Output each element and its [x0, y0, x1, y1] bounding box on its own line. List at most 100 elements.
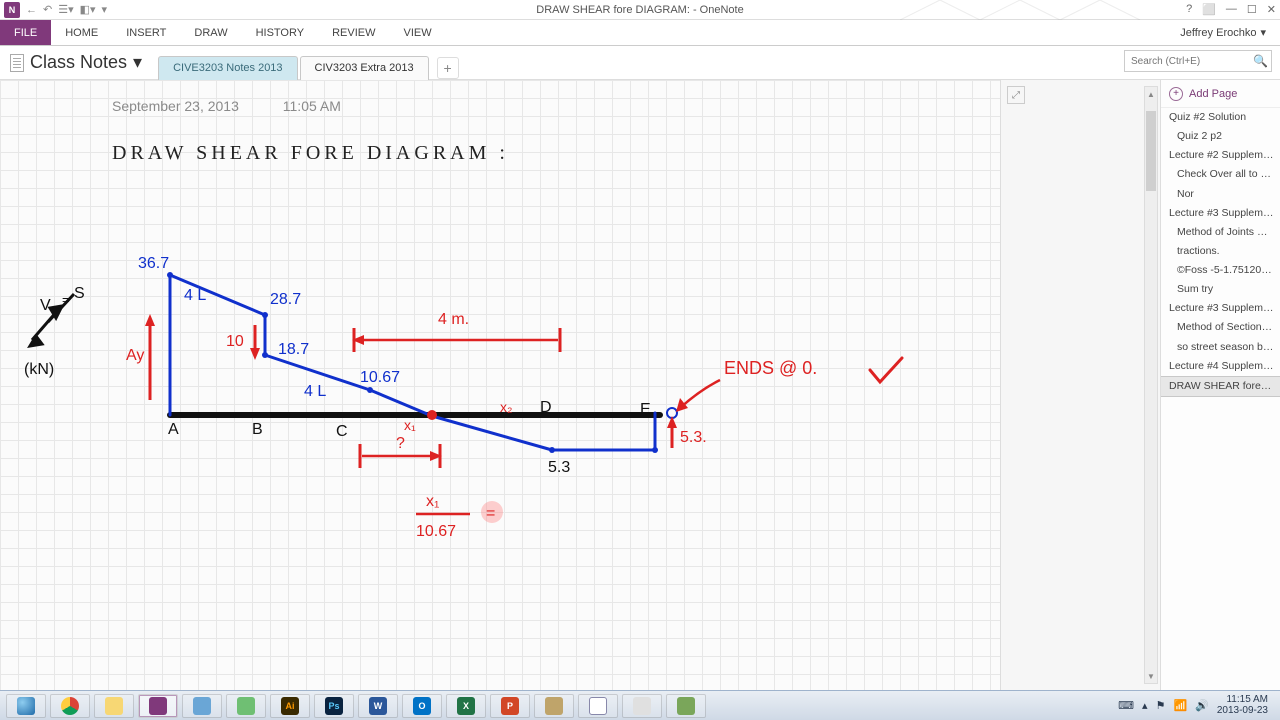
scroll-down-icon[interactable]: ▼ [1146, 669, 1156, 683]
svg-text:4 L: 4 L [184, 287, 206, 304]
taskbar[interactable]: Ai Ps W O X P ⌨ ▴ ⚑ 📶 🔊 11:15 AM2013-09-… [0, 690, 1280, 720]
dock-icon[interactable]: ◧▾ [80, 3, 96, 16]
ribbon-tab-insert[interactable]: INSERT [112, 20, 180, 45]
svg-text:S: S [74, 285, 85, 302]
page-list-panel: + Add Page Quiz #2 SolutionQuiz 2 p2Lect… [1160, 80, 1280, 690]
page-list-item[interactable]: Check Over all to v "B [1161, 165, 1280, 184]
minimize-icon[interactable]: — [1226, 3, 1237, 16]
help-icon[interactable]: ? [1186, 3, 1192, 16]
page-list-item[interactable]: Lecture #2 Supplemental [1161, 146, 1280, 165]
scroll-thumb[interactable] [1146, 111, 1156, 191]
svg-text:C: C [336, 423, 348, 440]
taskbar-onenote[interactable] [138, 694, 178, 718]
chevron-down-icon: ▾ [133, 52, 142, 73]
maximize-icon[interactable]: ☐ [1247, 3, 1257, 16]
taskbar-powerpoint[interactable]: P [490, 694, 530, 718]
taskbar-photoshop[interactable]: Ps [314, 694, 354, 718]
section-tab[interactable]: CIVE3203 Notes 2013 [158, 56, 297, 80]
section-tab-active[interactable]: CIV3203 Extra 2013 [300, 56, 429, 80]
page-list-item[interactable]: Nor [1161, 185, 1280, 204]
page-list-item[interactable]: Lecture #3 Supplemental [1161, 299, 1280, 318]
ribbon-tab-review[interactable]: REVIEW [318, 20, 389, 45]
plus-icon: + [1169, 87, 1183, 101]
svg-text:A: A [168, 421, 179, 438]
tray-volume-icon[interactable]: 🔊 [1195, 699, 1209, 712]
app-icon[interactable]: N [4, 2, 20, 18]
taskbar-app-5[interactable] [622, 694, 662, 718]
taskbar-app-6[interactable] [666, 694, 706, 718]
back-icon[interactable]: ← [26, 4, 37, 16]
qat-customize-icon[interactable]: ▾ [102, 3, 108, 16]
search-icon[interactable]: 🔍 [1253, 54, 1268, 68]
ribbon-tab-home[interactable]: HOME [51, 20, 112, 45]
quick-access-toolbar: N ← ↶ ☰▾ ◧▾ ▾ [0, 2, 107, 18]
svg-text:28.7: 28.7 [270, 291, 301, 308]
page-list-item[interactable]: Quiz 2 p2 [1161, 127, 1280, 146]
svg-text:18.7: 18.7 [278, 341, 309, 358]
taskbar-app-3[interactable] [534, 694, 574, 718]
tray-keyboard-icon[interactable]: ⌨ [1118, 699, 1134, 712]
svg-text:10: 10 [226, 333, 244, 350]
page-canvas[interactable]: September 23, 2013 11:05 AM DRAW SHEAR F… [0, 80, 1000, 690]
svg-text:4 m.: 4 m. [438, 311, 469, 328]
svg-text:(kN): (kN) [24, 361, 54, 378]
vertical-scrollbar[interactable]: ▲ ▼ [1144, 86, 1158, 684]
tray-network-icon[interactable]: 📶 [1173, 699, 1187, 712]
tray-clock[interactable]: 11:15 AM2013-09-23 [1217, 695, 1268, 716]
page-list-item[interactable]: Method of Sections Ex [1161, 318, 1280, 337]
title-bar: N ← ↶ ☰▾ ◧▾ ▾ DRAW SHEAR fore DIAGRAM: -… [0, 0, 1280, 20]
user-signin[interactable]: Jeffrey Erochko▾ [1166, 20, 1280, 45]
taskbar-chrome[interactable] [50, 694, 90, 718]
ribbon-tab-history[interactable]: HISTORY [242, 20, 319, 45]
page-list-item[interactable]: Method of Joints Exa [1161, 223, 1280, 242]
fullpage-toggle-icon[interactable]: ⤢ [1007, 86, 1025, 104]
add-page-button[interactable]: + Add Page [1161, 80, 1280, 108]
file-tab[interactable]: FILE [0, 20, 51, 45]
taskbar-app-2[interactable] [226, 694, 266, 718]
svg-text:V: V [40, 297, 51, 314]
taskbar-outlook[interactable]: O [402, 694, 442, 718]
add-page-label: Add Page [1189, 88, 1237, 100]
chevron-down-icon: ▾ [1260, 26, 1266, 39]
page-list-item[interactable]: ©Foss -5-1.751205310 [1161, 261, 1280, 280]
notebook-selector[interactable]: Class Notes ▾ [10, 52, 158, 73]
tray-action-icon[interactable]: ⚑ [1156, 699, 1166, 712]
main-area: September 23, 2013 11:05 AM DRAW SHEAR F… [0, 80, 1280, 690]
svg-text:=: = [486, 505, 495, 522]
page-list-item[interactable]: tractions. [1161, 242, 1280, 261]
fullscreen-icon[interactable]: ⬜ [1202, 3, 1216, 16]
svg-text:?: ? [396, 435, 405, 452]
add-section-button[interactable]: + [437, 57, 459, 79]
page-list-item[interactable]: Lecture #4 Supplemental [1161, 357, 1280, 376]
close-icon[interactable]: ✕ [1267, 3, 1276, 16]
search-input[interactable] [1124, 50, 1272, 72]
undo-icon[interactable]: ↶ [43, 3, 52, 16]
taskbar-word[interactable]: W [358, 694, 398, 718]
taskbar-explorer[interactable] [94, 694, 134, 718]
taskbar-app-4[interactable] [578, 694, 618, 718]
ribbon-tab-view[interactable]: VIEW [389, 20, 445, 45]
page-list-item[interactable]: so street season b-6 B [1161, 338, 1280, 357]
taskbar-app-1[interactable] [182, 694, 222, 718]
start-button[interactable] [6, 694, 46, 718]
ribbon-tab-draw[interactable]: DRAW [180, 20, 241, 45]
canvas-margin: ⤢ ▲ ▼ [1000, 80, 1160, 690]
tray-chevron-icon[interactable]: ▴ [1142, 699, 1148, 712]
svg-text:D: D [540, 399, 552, 416]
touch-mode-icon[interactable]: ☰▾ [58, 3, 73, 16]
system-tray[interactable]: ⌨ ▴ ⚑ 📶 🔊 11:15 AM2013-09-23 [1118, 695, 1274, 716]
svg-text:10.67: 10.67 [416, 523, 456, 540]
notebook-header: Class Notes ▾ CIVE3203 Notes 2013 CIV320… [0, 46, 1280, 80]
svg-text:B: B [252, 421, 263, 438]
scroll-up-icon[interactable]: ▲ [1146, 87, 1156, 101]
notebook-name: Class Notes [30, 52, 127, 73]
notebook-icon [10, 54, 24, 72]
taskbar-illustrator[interactable]: Ai [270, 694, 310, 718]
page-list-item[interactable]: Lecture #3 Supplemental [1161, 204, 1280, 223]
window-title: DRAW SHEAR fore DIAGRAM: - OneNote [536, 4, 743, 16]
page-list-item[interactable]: DRAW SHEAR fore DIAG [1161, 376, 1280, 397]
page-list-item[interactable]: Sum try [1161, 280, 1280, 299]
page-list-item[interactable]: Quiz #2 Solution [1161, 108, 1280, 127]
search-box: 🔍 [1124, 50, 1272, 72]
taskbar-excel[interactable]: X [446, 694, 486, 718]
